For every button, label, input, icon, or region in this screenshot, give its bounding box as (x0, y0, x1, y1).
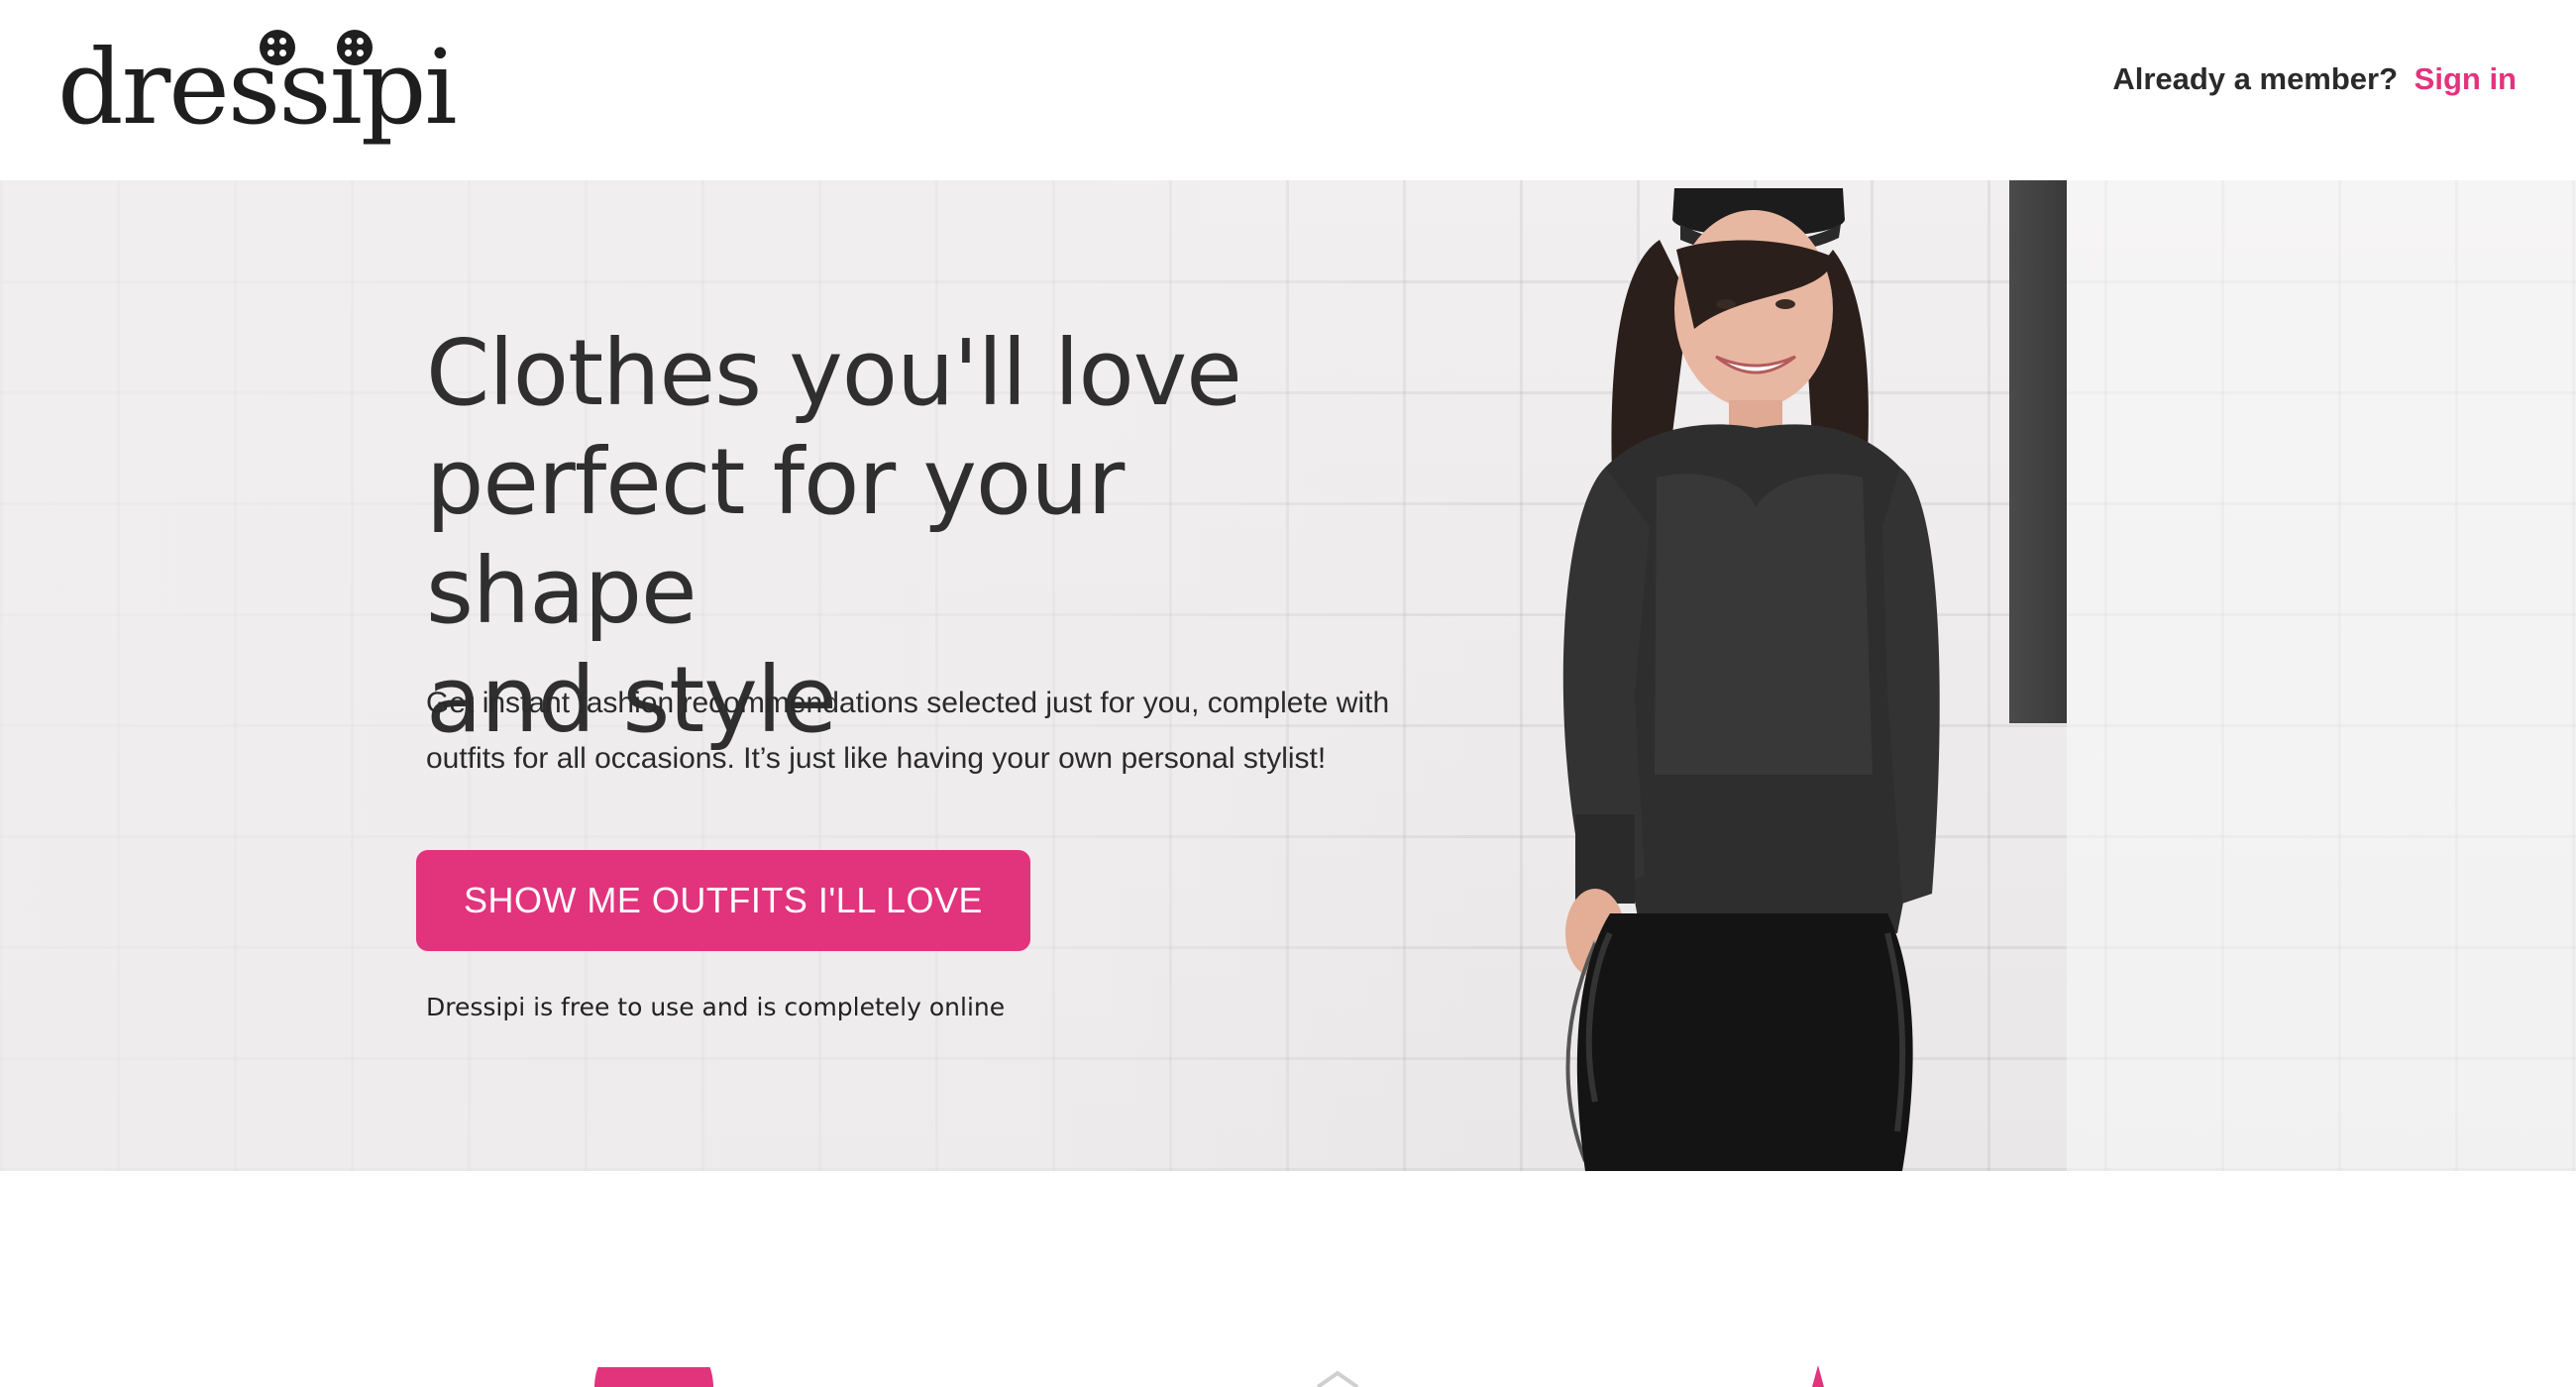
show-outfits-button[interactable]: SHOW ME OUTFITS I'LL LOVE (416, 850, 1030, 951)
subtext-line-1: Get instant fashion recommendations sele… (426, 687, 1390, 719)
site-header: dressipi Already a member? Sign in (0, 0, 2576, 180)
hero-wall (2067, 180, 2576, 1171)
hero-subtext: Get instant fashion recommendations sele… (426, 676, 1417, 787)
woman-photo (1562, 188, 1940, 1171)
logo-button-dot-right (337, 30, 373, 65)
headline-line-1: Clothes you'll love (426, 320, 1242, 426)
headline-line-2: perfect for your shape (426, 429, 1125, 644)
hero-pillar (2009, 180, 2067, 723)
pink-circle-icon (594, 1328, 713, 1387)
landing-page: dressipi Already a member? Sign in Cloth… (0, 0, 2576, 1387)
logo-text: dressipi (57, 27, 458, 148)
hero-section: Clothes you'll love perfect for your sha… (0, 180, 2576, 1171)
dressipi-logo[interactable]: dressipi (57, 28, 458, 147)
member-prompt: Already a member? (2112, 61, 2399, 96)
hanger-icon (1308, 1367, 1367, 1387)
subtext-line-2: outfits for all occasions. It’s just lik… (426, 742, 1327, 775)
star-icon (1798, 1365, 1838, 1387)
logo-button-dot-left (260, 30, 295, 65)
sign-in-link[interactable]: Sign in (2415, 61, 2517, 96)
member-signin: Already a member? Sign in (2112, 61, 2517, 97)
free-note: Dressipi is free to use and is completel… (426, 993, 1006, 1021)
